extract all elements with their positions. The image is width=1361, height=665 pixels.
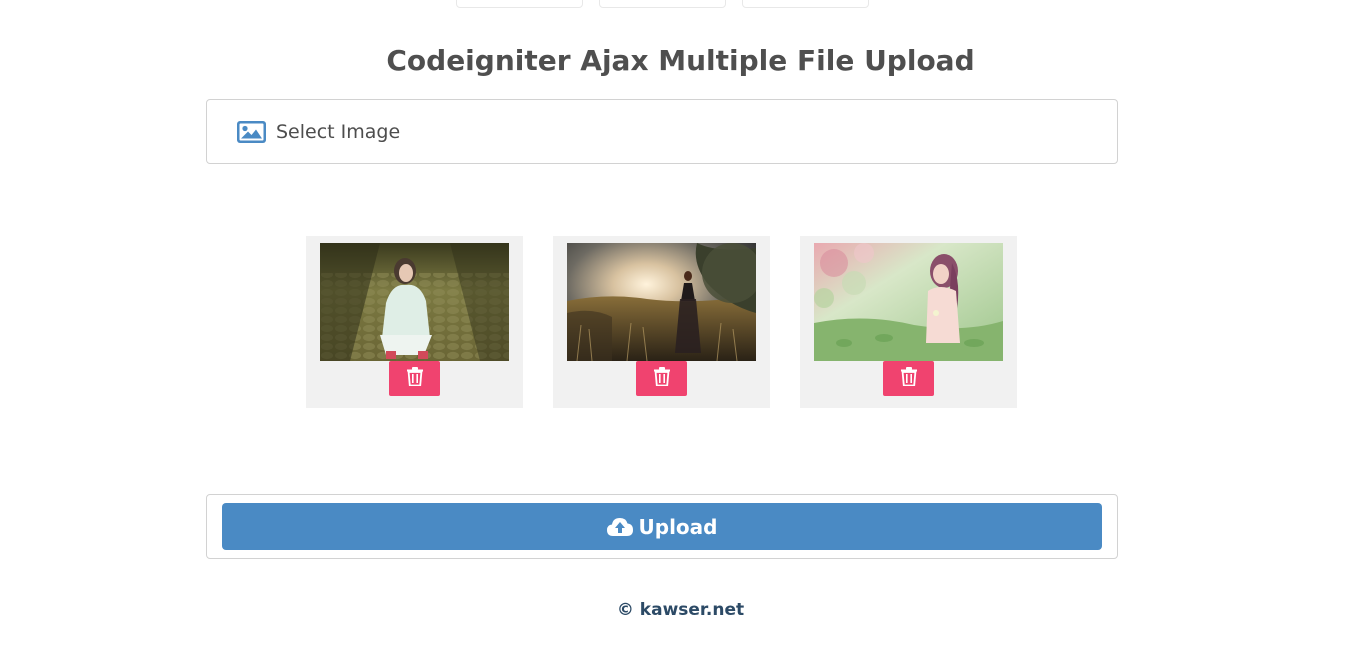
page-title: Codeigniter Ajax Multiple File Upload xyxy=(386,44,975,77)
select-image-label: Select Image xyxy=(276,120,401,143)
page: Codeigniter Ajax Multiple File Upload Se… xyxy=(0,0,1361,665)
image-preview-item xyxy=(306,236,523,408)
image-icon xyxy=(237,120,266,143)
preview-image xyxy=(320,243,509,361)
top-nav-item[interactable] xyxy=(599,0,726,8)
trash-icon xyxy=(406,367,423,390)
footer-credit: © kawser.net xyxy=(616,600,745,620)
top-nav xyxy=(456,0,869,8)
trash-icon xyxy=(653,367,670,390)
upload-container: Upload xyxy=(206,494,1118,559)
image-preview-item xyxy=(800,236,1017,408)
delete-image-button[interactable] xyxy=(883,361,934,396)
upload-button[interactable]: Upload xyxy=(222,503,1102,550)
cloud-upload-icon xyxy=(606,517,633,537)
top-nav-item[interactable] xyxy=(456,0,583,8)
image-preview-list xyxy=(306,236,1017,408)
upload-label: Upload xyxy=(638,514,718,539)
select-image-button[interactable]: Select Image xyxy=(206,99,1118,164)
top-nav-item[interactable] xyxy=(742,0,869,8)
trash-icon xyxy=(900,367,917,390)
image-preview-item xyxy=(553,236,770,408)
preview-image xyxy=(814,243,1003,361)
delete-image-button[interactable] xyxy=(636,361,687,396)
preview-image xyxy=(567,243,756,361)
delete-image-button[interactable] xyxy=(389,361,440,396)
